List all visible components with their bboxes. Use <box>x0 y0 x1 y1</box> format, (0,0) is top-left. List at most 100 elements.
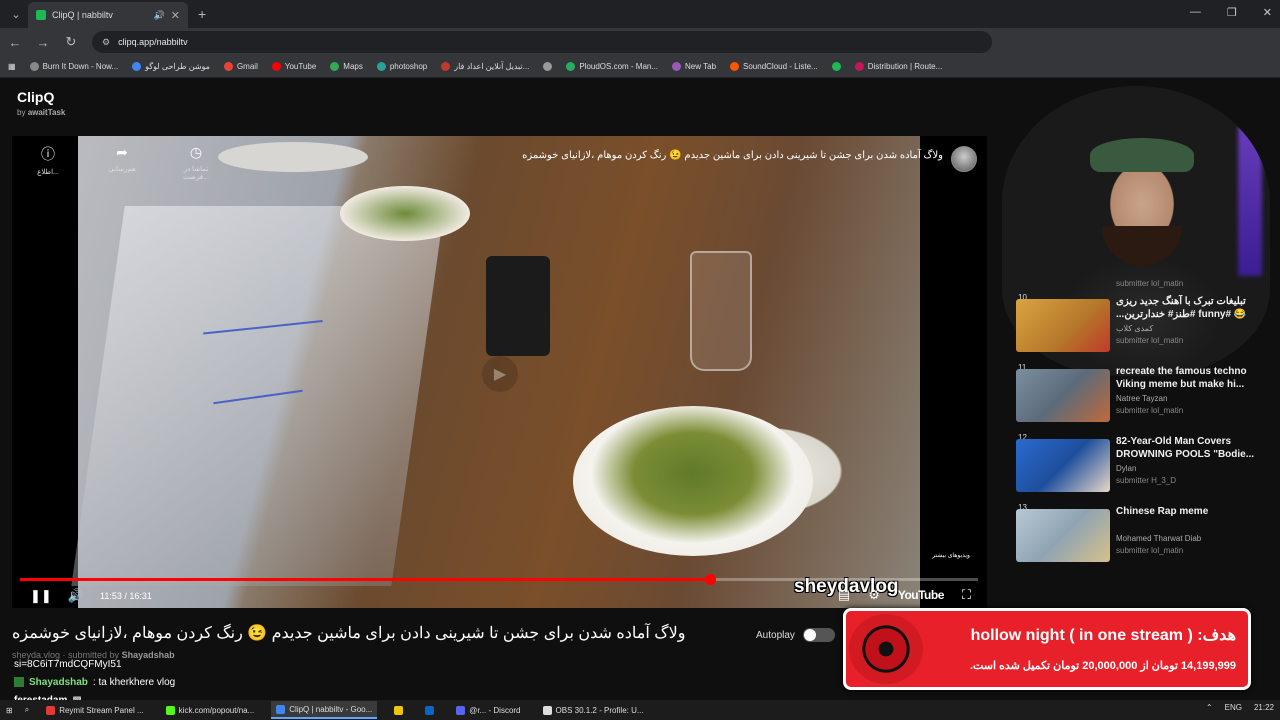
queue-thumbnail <box>1016 299 1110 352</box>
taskbar-item[interactable]: ClipQ | nabbiltv - Goo... <box>271 701 378 719</box>
back-icon[interactable]: ← <box>8 35 22 50</box>
chat-badge-icon <box>14 677 24 687</box>
bookmark-item[interactable]: SoundCloud - Liste... <box>730 62 818 71</box>
more-videos-button[interactable]: ویدیوهای بیشتر <box>925 540 977 570</box>
taskbar-item[interactable] <box>389 701 408 719</box>
watch-later-button[interactable]: ◷ تماشا در فرصت... <box>170 144 222 181</box>
autoplay-label: Autoplay <box>756 629 795 641</box>
goal-title: هدف: ( hollow night ( in one stream <box>970 627 1236 644</box>
page: ClipQ by awaitTask ▶ ⓘ اطلاع... ➦ هم‌رسانی… <box>0 78 1280 706</box>
settings-gear-icon[interactable]: ⚙ <box>868 587 880 603</box>
taskbar-item[interactable] <box>420 701 439 719</box>
windows-start-icon[interactable]: ⊞ <box>6 706 13 715</box>
player-top-tools: ⓘ اطلاع... ➦ هم‌رسانی ◷ تماشا در فرصت... <box>22 144 222 181</box>
url-bar[interactable]: ⚙ clipq.app/nabbiltv <box>92 31 992 53</box>
bookmark-favicon-icon <box>672 62 682 71</box>
queue-item[interactable]: 10 تبلیغات تبرک با آهنگ جدید ریزی 😂 #fun… <box>1012 293 1262 363</box>
time-display: 11:53 / 16:31 <box>99 591 152 601</box>
apps-grid-icon[interactable]: ▦ <box>8 62 16 71</box>
queue-item[interactable]: 12 82-Year-Old Man Covers DROWNING POOLS… <box>1012 433 1262 503</box>
bookmark-item[interactable]: Gmail <box>223 62 258 71</box>
reload-icon[interactable]: ↻ <box>64 34 78 50</box>
spotify-icon <box>831 62 841 71</box>
youtube-logo[interactable]: YouTube <box>898 588 945 602</box>
share-button[interactable]: ➦ هم‌رسانی <box>96 144 148 181</box>
bookmark-item[interactable] <box>831 62 841 71</box>
new-tab-icon[interactable]: + <box>198 6 206 22</box>
share-icon: ➦ <box>116 144 128 160</box>
bookmark-item[interactable]: Maps <box>330 62 363 71</box>
queue-submitter: submitter lol_matin <box>1116 546 1184 555</box>
tab-title: ClipQ | nabbiltv <box>52 10 113 20</box>
captions-icon[interactable]: ▤ <box>838 587 850 603</box>
clip-queue: submitter lol_matin 10 تبلیغات تبرک با آ… <box>1012 253 1262 573</box>
system-tray: ⌃ ENG 21:22 <box>1206 703 1274 712</box>
clock-icon: ◷ <box>189 144 203 160</box>
search-icon[interactable]: ⌕ <box>25 705 29 715</box>
maps-icon <box>330 62 340 71</box>
bookmark-item[interactable]: New Tab <box>672 62 716 71</box>
os-taskbar: ⊞ ⌕ Reymit Stream Panel ... kick.com/pop… <box>0 700 1280 720</box>
app-byline: by awaitTask <box>17 108 66 117</box>
close-window-icon[interactable]: ✕ <box>1263 6 1272 19</box>
taskbar-item[interactable]: OBS 30.1.2 - Profile: U... <box>538 701 649 719</box>
autoplay-toggle[interactable] <box>802 628 835 642</box>
goal-progress-text: 14,199,999 تومان از 20,000,000 تومان تکم… <box>969 660 1236 672</box>
queue-title: Chinese Rap meme <box>1116 506 1209 517</box>
player-video-title[interactable]: ولاگ آماده شدن برای جشن تا شیرینی دادن ب… <box>522 150 943 161</box>
channel-avatar[interactable] <box>951 146 977 172</box>
volume-icon[interactable]: 🔊 <box>68 588 84 604</box>
language-indicator[interactable]: ENG <box>1225 703 1242 712</box>
queue-thumbnail <box>1016 509 1110 562</box>
globe-icon <box>543 62 553 71</box>
queue-thumbnail <box>1016 439 1110 492</box>
minimize-icon[interactable]: — <box>1190 6 1201 19</box>
bookmark-item[interactable]: موشن طراحی لوگو <box>132 62 210 71</box>
window-controls: — ❐ ✕ <box>1190 6 1272 19</box>
restore-icon[interactable]: ❐ <box>1227 6 1237 19</box>
bookmark-favicon-icon <box>441 62 451 71</box>
tab-search-icon[interactable]: ⌄ <box>4 4 28 24</box>
tray-chevron-icon[interactable]: ⌃ <box>1206 703 1213 712</box>
bookmark-item[interactable]: Burn It Down - Now... <box>29 62 118 71</box>
pause-icon[interactable]: ❚❚ <box>30 588 52 604</box>
sharingan-logo-icon <box>849 614 923 684</box>
queue-channel: Dylan <box>1116 464 1137 473</box>
queue-item-previous[interactable]: submitter lol_matin <box>1012 253 1262 293</box>
queue-submitter: submitter lol_matin <box>1116 336 1184 345</box>
bookmark-item[interactable] <box>543 62 553 71</box>
queue-title: تبلیغات تبرک با آهنگ جدید ریزی 😂 #funny … <box>1116 296 1247 320</box>
taskbar-item[interactable]: kick.com/popout/na... <box>161 701 260 719</box>
tab-clipq[interactable]: ClipQ | nabbiltv 🔊 ✕ <box>28 2 188 28</box>
bookmark-item[interactable]: تبدیل آنلاین اعداد فار... <box>441 62 529 71</box>
forward-icon[interactable]: → <box>36 35 50 50</box>
app-brand: ClipQ by awaitTask <box>17 89 65 117</box>
fullscreen-icon[interactable]: ⛶ <box>962 587 971 603</box>
close-tab-icon[interactable]: ✕ <box>171 9 180 22</box>
queue-item[interactable]: 13 Chinese Rap meme Mohamed Tharwat Diab… <box>1012 503 1262 573</box>
progress-bar[interactable] <box>20 574 978 585</box>
bookmark-favicon-icon <box>566 62 576 71</box>
speaker-icon[interactable]: 🔊 <box>154 10 165 21</box>
info-icon: ⓘ <box>41 146 55 162</box>
site-info-icon[interactable]: ⚙ <box>102 37 110 48</box>
bookmark-item[interactable]: YouTube <box>271 62 316 71</box>
bookmark-item[interactable]: photoshop <box>376 62 427 71</box>
photoshop-icon <box>376 62 386 71</box>
play-icon[interactable]: ▶ <box>482 356 518 392</box>
autoplay-control[interactable]: Autoplay <box>756 628 835 642</box>
app-icon <box>394 705 404 715</box>
clock[interactable]: 21:22 <box>1254 703 1274 712</box>
queue-submitter: submitter H_3_D <box>1116 476 1177 485</box>
video-title: ولاگ آماده شدن برای جشن تا شیرینی دادن ب… <box>12 625 686 642</box>
video-player[interactable]: ▶ ⓘ اطلاع... ➦ هم‌رسانی ◷ تماشا در فرصت... … <box>12 136 987 608</box>
taskbar-item[interactable]: @r... - Discord <box>451 701 525 719</box>
bookmark-item[interactable]: Distribution | Route... <box>854 62 942 71</box>
taskbar-item[interactable]: Reymit Stream Panel ... <box>41 701 148 719</box>
address-toolbar: ← → ↻ ⚙ clipq.app/nabbiltv <box>0 28 1280 56</box>
progress-fill <box>20 578 710 581</box>
bookmark-item[interactable]: PloudOS.com - Man... <box>566 62 658 71</box>
info-button[interactable]: ⓘ اطلاع... <box>22 144 74 181</box>
donation-goal-overlay: هدف: ( hollow night ( in one stream 14,1… <box>843 608 1251 690</box>
queue-item[interactable]: 11 recreate the famous techno Viking mem… <box>1012 363 1262 433</box>
